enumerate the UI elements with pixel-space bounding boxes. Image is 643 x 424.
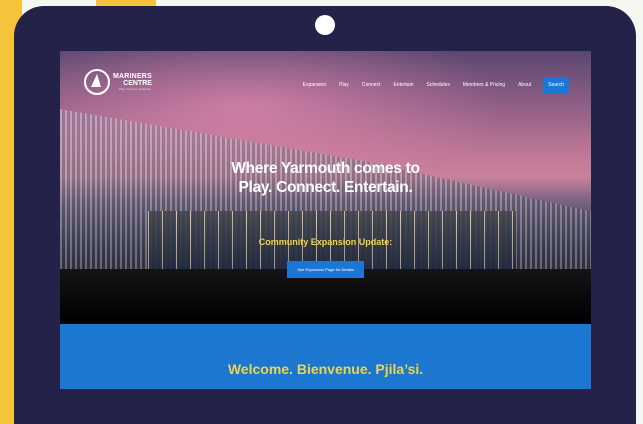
search-button[interactable]: Search <box>543 77 569 93</box>
sail-logo-icon <box>84 69 110 95</box>
nav-item-play[interactable]: Play <box>339 82 349 88</box>
nav-item-members-pricing[interactable]: Members & Pricing <box>463 82 505 88</box>
expansion-details-button[interactable]: See Expansion Page for Details <box>287 261 364 278</box>
nav-item-expansion[interactable]: Expansion <box>303 82 326 88</box>
laptop-frame: MARINERS CENTRE Play. Connect. Entertain… <box>14 6 636 424</box>
website-screen: MARINERS CENTRE Play. Connect. Entertain… <box>60 51 591 389</box>
main-nav: Expansion Play Connect Entertain Schedul… <box>290 77 569 93</box>
site-logo[interactable]: MARINERS CENTRE Play. Connect. Entertain… <box>84 66 152 98</box>
hero-subheadline: Community Expansion Update: <box>258 237 393 247</box>
nav-item-connect[interactable]: Connect <box>362 82 381 88</box>
logo-tagline: Play. Connect. Entertain. <box>118 87 152 91</box>
hero-section: MARINERS CENTRE Play. Connect. Entertain… <box>60 51 591 324</box>
hero-headline-line1: Where Yarmouth comes to <box>231 160 420 177</box>
logo-line2: CENTRE <box>123 80 152 87</box>
hero-headline-line2: Play. Connect. Entertain. <box>238 179 413 196</box>
hero-headline: Where Yarmouth comes to Play. Connect. E… <box>60 159 591 197</box>
welcome-section: Welcome. Bienvenue. Pjila’si. <box>60 324 591 389</box>
nav-item-schedules[interactable]: Schedules <box>426 82 449 88</box>
nav-item-entertain[interactable]: Entertain <box>393 82 413 88</box>
logo-line1: MARINERS <box>113 73 152 80</box>
welcome-heading: Welcome. Bienvenue. Pjila’si. <box>227 361 424 377</box>
camera-dot <box>315 15 335 35</box>
nav-item-about[interactable]: About <box>518 82 531 88</box>
logo-text: MARINERS CENTRE Play. Connect. Entertain… <box>113 73 152 91</box>
